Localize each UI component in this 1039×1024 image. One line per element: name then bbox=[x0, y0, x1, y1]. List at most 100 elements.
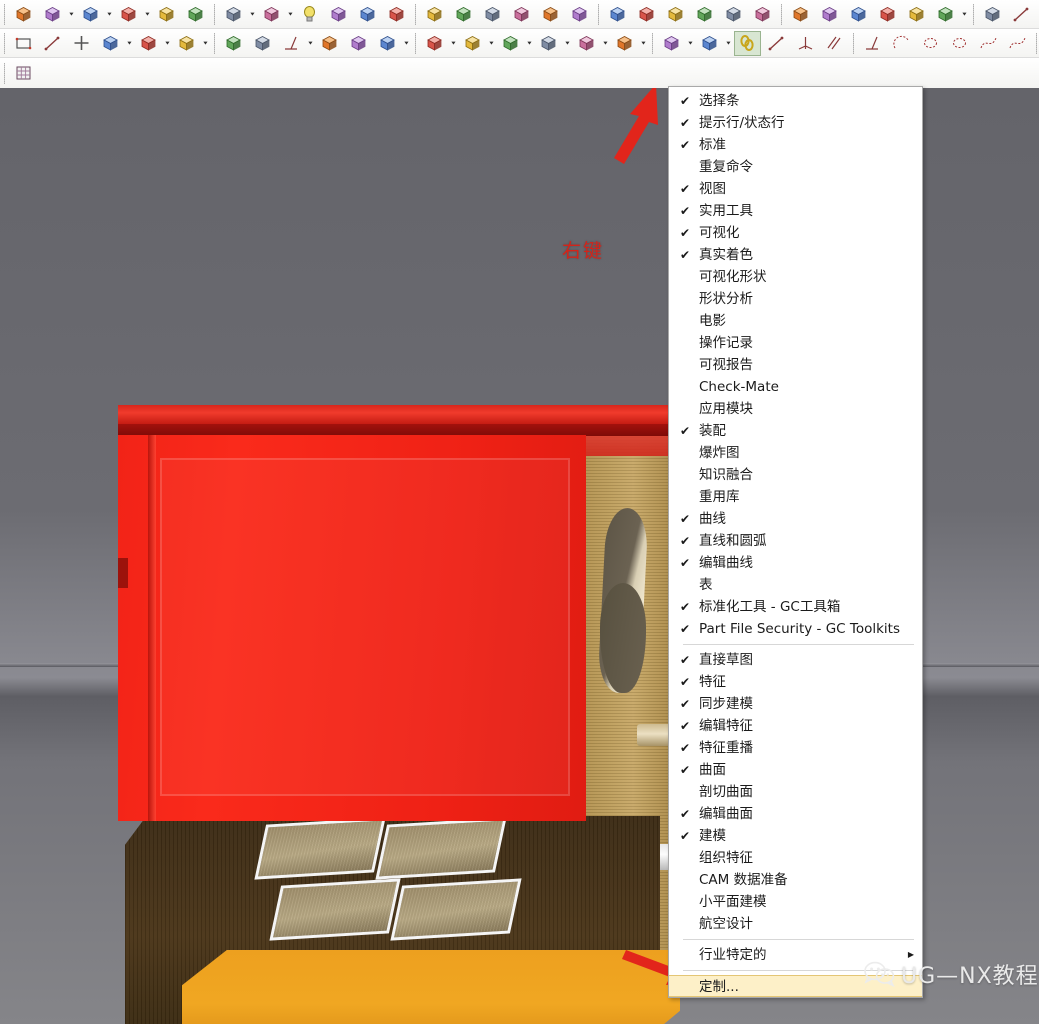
studio-icon[interactable] bbox=[354, 2, 381, 27]
arc-icon[interactable] bbox=[888, 31, 915, 56]
key-edit-icon[interactable] bbox=[979, 2, 1006, 27]
menu-item-29[interactable]: 编辑特征 bbox=[669, 715, 922, 737]
render-icon[interactable] bbox=[383, 2, 410, 27]
menu-item-16[interactable]: 爆炸图 bbox=[669, 442, 922, 464]
menu-item-17[interactable]: 知识融合 bbox=[669, 464, 922, 486]
toolbar-grip[interactable] bbox=[4, 32, 5, 54]
menu-item-26[interactable]: 直接草图 bbox=[669, 649, 922, 671]
profile-icon[interactable] bbox=[97, 31, 124, 56]
datum-axis-icon[interactable] bbox=[792, 31, 819, 56]
menu-item-3[interactable]: 重复命令 bbox=[669, 156, 922, 178]
assembly-icon[interactable] bbox=[604, 2, 631, 27]
datum-x-icon[interactable] bbox=[720, 2, 747, 27]
lock-feature-icon[interactable] bbox=[903, 2, 930, 27]
trim-body-icon[interactable] bbox=[535, 31, 562, 56]
rectangle-icon[interactable] bbox=[10, 31, 37, 56]
wireframe-icon[interactable] bbox=[182, 2, 209, 27]
tiff-export-icon[interactable] bbox=[479, 2, 506, 27]
helix-icon[interactable] bbox=[1004, 31, 1031, 56]
copy-dropdown-arrow[interactable] bbox=[67, 2, 76, 27]
menu-item-8[interactable]: 可视化形状 bbox=[669, 266, 922, 288]
patch-icon[interactable] bbox=[658, 31, 685, 56]
menu-item-28[interactable]: 同步建模 bbox=[669, 693, 922, 715]
offset-surface-icon[interactable] bbox=[696, 31, 723, 56]
link-chain-icon[interactable] bbox=[734, 30, 761, 56]
display-icon[interactable] bbox=[508, 2, 535, 27]
polyline-icon[interactable] bbox=[39, 31, 66, 56]
draft-icon[interactable] bbox=[497, 31, 524, 56]
menu-item-12[interactable]: 可视报告 bbox=[669, 354, 922, 376]
menu-item-4[interactable]: 视图 bbox=[669, 178, 922, 200]
camera-icon[interactable] bbox=[325, 2, 352, 27]
menu-item-38[interactable]: 航空设计 bbox=[669, 913, 922, 935]
menu-item-21[interactable]: 编辑曲线 bbox=[669, 552, 922, 574]
dimension-icon[interactable] bbox=[173, 31, 200, 56]
menu-item-22[interactable]: 表 bbox=[669, 574, 922, 596]
geometric-constraint-icon[interactable] bbox=[249, 31, 276, 56]
curve-toolbar[interactable] bbox=[0, 29, 1039, 58]
menu-item-14[interactable]: 应用模块 bbox=[669, 398, 922, 420]
light-bulb-icon[interactable] bbox=[296, 2, 323, 27]
move-object-icon[interactable] bbox=[220, 2, 247, 27]
menu-item-7[interactable]: 真实着色 bbox=[669, 244, 922, 266]
menu-item-36[interactable]: CAM 数据准备 bbox=[669, 869, 922, 891]
pad-icon[interactable] bbox=[874, 2, 901, 27]
empty-toolbar-row[interactable] bbox=[0, 58, 1039, 88]
menu-item-5[interactable]: 实用工具 bbox=[669, 200, 922, 222]
menu-item-19[interactable]: 曲线 bbox=[669, 508, 922, 530]
spline-icon[interactable] bbox=[975, 31, 1002, 56]
patch-dropdown-arrow[interactable] bbox=[686, 31, 695, 56]
copy-icon[interactable] bbox=[39, 2, 66, 27]
shape-analysis-icon[interactable] bbox=[537, 2, 564, 27]
component-icon[interactable] bbox=[633, 2, 660, 27]
animate-icon[interactable] bbox=[421, 2, 448, 27]
cut-icon[interactable] bbox=[10, 2, 37, 27]
menu-item-37[interactable]: 小平面建模 bbox=[669, 891, 922, 913]
perpendicular-icon[interactable] bbox=[278, 31, 305, 56]
menu-item-20[interactable]: 直线和圆弧 bbox=[669, 530, 922, 552]
menu-item-2[interactable]: 标准 bbox=[669, 134, 922, 156]
trim-body-dropdown-arrow[interactable] bbox=[563, 31, 572, 56]
white-tool-icon[interactable] bbox=[932, 2, 959, 27]
through-curves-dropdown-arrow[interactable] bbox=[639, 31, 648, 56]
constraint-icon[interactable] bbox=[220, 31, 247, 56]
line-icon[interactable] bbox=[763, 31, 790, 56]
block-create-icon[interactable] bbox=[345, 31, 372, 56]
extrude-dropdown-arrow[interactable] bbox=[402, 31, 411, 56]
extrude-icon[interactable] bbox=[374, 31, 401, 56]
extra-dropdown-icon[interactable] bbox=[258, 2, 285, 27]
box-blue-icon[interactable] bbox=[691, 2, 718, 27]
swept-surface-icon[interactable] bbox=[573, 31, 600, 56]
key-icon[interactable] bbox=[787, 2, 814, 27]
menu-item-34[interactable]: 建模 bbox=[669, 825, 922, 847]
palette-icon[interactable] bbox=[566, 2, 593, 27]
shell-dropdown-arrow[interactable] bbox=[487, 31, 496, 56]
menu-item-9[interactable]: 形状分析 bbox=[669, 288, 922, 310]
revolve-dropdown-arrow[interactable] bbox=[449, 31, 458, 56]
menu-item-30[interactable]: 特征重播 bbox=[669, 737, 922, 759]
menu-item-0[interactable]: 选择条 bbox=[669, 90, 922, 112]
standard-toolbar[interactable] bbox=[0, 0, 1039, 29]
menu-item-31[interactable]: 曲面 bbox=[669, 759, 922, 781]
toolbar-grip[interactable] bbox=[4, 3, 5, 25]
move-object-dropdown-arrow[interactable] bbox=[248, 2, 257, 27]
menu-item-24[interactable]: Part File Security - GC Toolkits bbox=[669, 618, 922, 640]
menu-item-33[interactable]: 编辑曲面 bbox=[669, 803, 922, 825]
block-icon[interactable] bbox=[816, 2, 843, 27]
grid-icon[interactable] bbox=[10, 61, 37, 86]
point-cross-icon[interactable] bbox=[68, 31, 95, 56]
pocket-icon[interactable] bbox=[845, 2, 872, 27]
menu-item-6[interactable]: 可视化 bbox=[669, 222, 922, 244]
profile-dropdown-arrow[interactable] bbox=[125, 31, 134, 56]
extra-dropdown-dropdown-arrow[interactable] bbox=[286, 2, 295, 27]
box-red-icon[interactable] bbox=[662, 2, 689, 27]
toolbar-grip[interactable] bbox=[4, 62, 5, 84]
offset-surface-dropdown-arrow[interactable] bbox=[724, 31, 733, 56]
white-tool-dropdown-arrow[interactable] bbox=[960, 2, 969, 27]
menu-item-1[interactable]: 提示行/状态行 bbox=[669, 112, 922, 134]
menu-item-10[interactable]: 电影 bbox=[669, 310, 922, 332]
perpendicular-line-icon[interactable] bbox=[859, 31, 886, 56]
parallel-line-icon[interactable] bbox=[821, 31, 848, 56]
shell-icon[interactable] bbox=[459, 31, 486, 56]
pattern-icon[interactable] bbox=[153, 2, 180, 27]
